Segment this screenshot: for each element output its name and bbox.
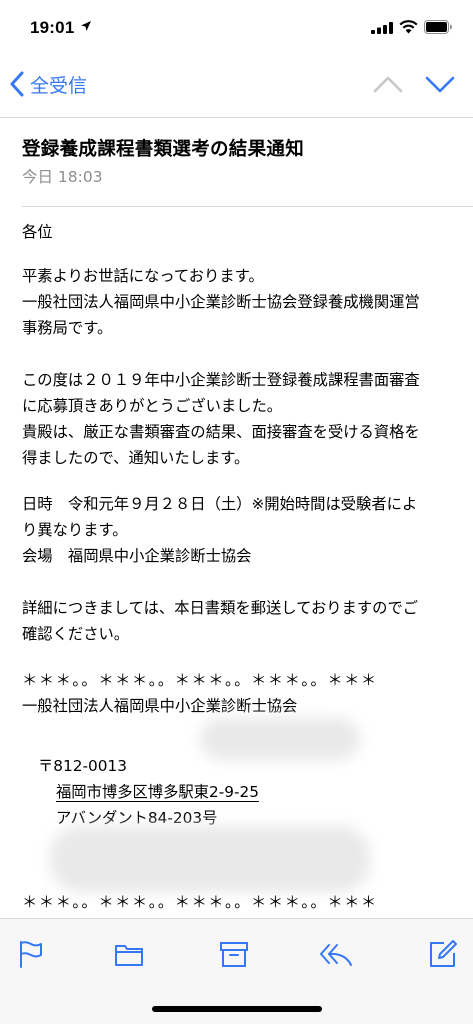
message-subject: 登録養成課程書類選考の結果通知 — [22, 139, 305, 160]
flag-icon[interactable] — [16, 939, 46, 969]
header-divider — [22, 206, 473, 207]
body-line: 確認ください。 — [22, 625, 130, 643]
archive-icon[interactable] — [219, 939, 249, 969]
next-message-button[interactable] — [425, 70, 455, 98]
body-line: 日時 令和元年９月２８日（土）※開始時間は受験者によ — [22, 495, 418, 513]
nav-divider — [0, 117, 473, 118]
body-line: 得ましたので、通知いたします。 — [22, 449, 250, 467]
home-indicator[interactable] — [152, 1006, 322, 1012]
message-date: 今日 18:03 — [22, 168, 103, 186]
redacted-area — [50, 826, 370, 892]
navigation-bar: 全受信 — [0, 58, 473, 110]
previous-message-button[interactable] — [373, 70, 403, 98]
body-line: この度は２０１９年中小企業診断士登録養成課程書面審査 — [22, 371, 420, 389]
signature-separator: ＊＊＊。。＊＊＊。。＊＊＊。。＊＊＊。。＊＊＊ — [22, 671, 378, 689]
body-line: 事務局です。 — [22, 319, 113, 337]
location-arrow-icon — [81, 21, 91, 31]
reply-icon[interactable] — [319, 939, 353, 969]
signature-separator-bottom: ＊＊＊。。＊＊＊。。＊＊＊。。＊＊＊。。＊＊＊ — [22, 893, 378, 911]
folder-icon[interactable] — [114, 939, 144, 969]
back-button[interactable]: 全受信 — [10, 68, 87, 100]
body-line: 詳細につきましては、本日書類を郵送しておりますのでご — [22, 599, 419, 617]
battery-icon — [424, 20, 452, 34]
cellular-signal-icon — [371, 22, 393, 34]
status-bar: 19:01 — [0, 0, 473, 58]
body-line: り異なります。 — [22, 521, 128, 539]
signature-org: 一般社団法人福岡県中小企業診断士協会 — [22, 697, 298, 715]
salutation: 各位 — [22, 223, 53, 241]
postal-code: 〒812-0013 — [38, 757, 127, 775]
body-line: 一般社団法人福岡県中小企業診断士協会登録養成機関運営 — [22, 293, 420, 311]
status-time: 19:01 — [30, 18, 75, 37]
wifi-icon — [399, 20, 418, 34]
back-button-label: 全受信 — [30, 74, 88, 97]
chevron-left-icon — [10, 71, 24, 97]
body-line: 平素よりお世話になっております。 — [22, 267, 264, 285]
compose-icon[interactable] — [428, 939, 458, 969]
body-line: に応募頂きありがとうございました。 — [22, 397, 283, 415]
address-line-1[interactable]: 福岡市博多区博多駅東2-9-25 — [38, 780, 338, 804]
body-line: 会場 福岡県中小企業診断士協会 — [22, 547, 252, 565]
body-line: 貴殿は、厳正な書類審査の結果、面接審査を受ける資格を — [22, 423, 420, 441]
